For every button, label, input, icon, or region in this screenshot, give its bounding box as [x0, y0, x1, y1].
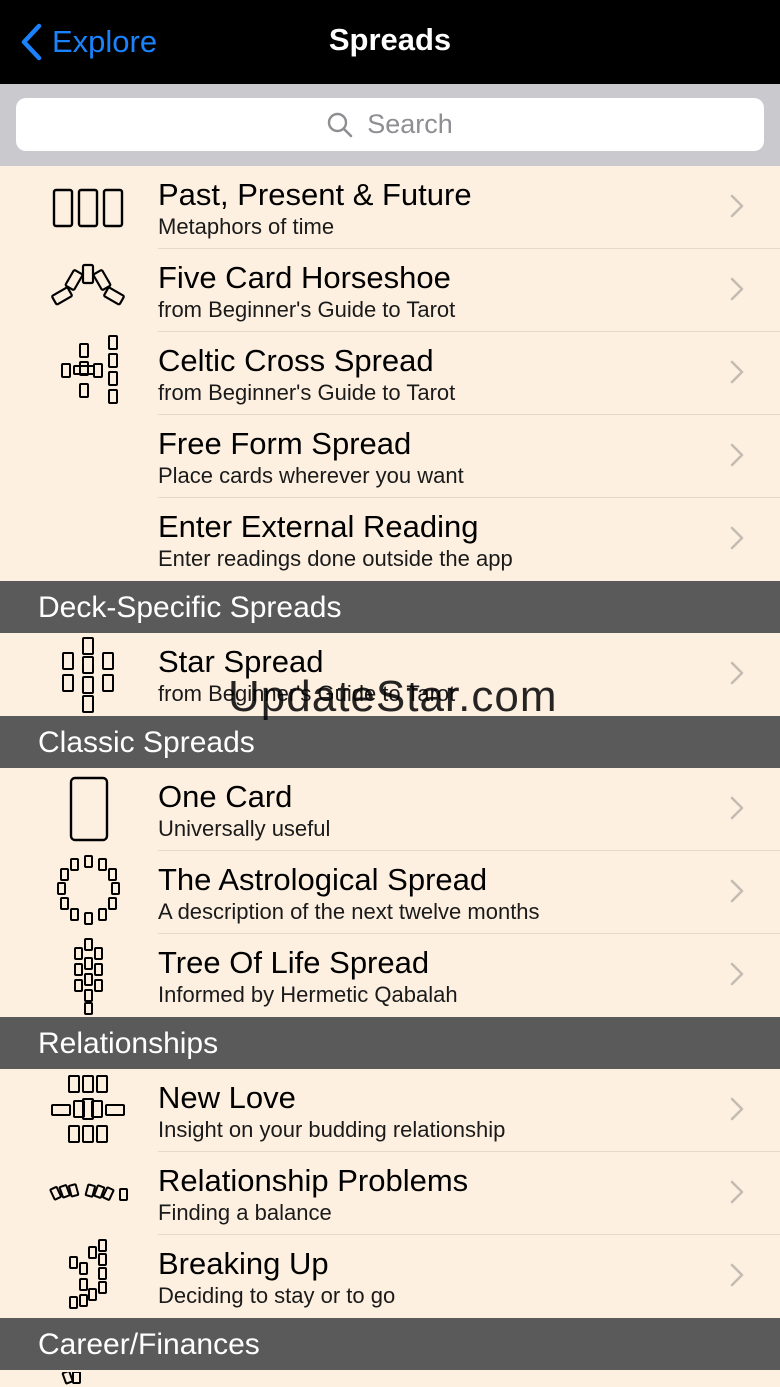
- row-subtitle: from Beginner's Guide to Tarot: [158, 380, 456, 405]
- astrological-icon: [57, 855, 120, 925]
- row-title: Celtic Cross Spread: [158, 343, 434, 378]
- search-placeholder: Search: [367, 109, 453, 139]
- row-title: The Astrological Spread: [158, 862, 488, 897]
- list-item[interactable]: Star Spread from Beginner's Guide to Tar…: [0, 633, 780, 716]
- row-title: Tree Of Life Spread: [158, 945, 430, 980]
- row-subtitle: Deciding to stay or to go: [158, 1283, 396, 1308]
- chevron-right-icon: [730, 1097, 744, 1121]
- chevron-right-icon: [730, 962, 744, 986]
- row-subtitle: from Beginner's Guide to Tarot: [158, 681, 456, 706]
- breaking-up-icon: [69, 1239, 107, 1309]
- row-title: Five Card Horseshoe: [158, 260, 451, 295]
- chevron-right-icon: [730, 360, 744, 384]
- row-title: Relationship Problems: [158, 1163, 469, 1198]
- row-subtitle: Universally useful: [158, 816, 331, 841]
- list-item[interactable]: Relationship Problems Finding a balance: [0, 1152, 780, 1235]
- list-item[interactable]: Free Form Spread Place cards wherever yo…: [0, 415, 780, 498]
- list-item[interactable]: [0, 1370, 780, 1387]
- row-title: Breaking Up: [158, 1246, 329, 1281]
- section-header-deck-specific: Deck-Specific Spreads: [0, 581, 780, 633]
- chevron-right-icon: [730, 443, 744, 467]
- horseshoe-icon: [51, 263, 125, 306]
- row-title: Star Spread: [158, 644, 324, 679]
- chevron-right-icon: [730, 1180, 744, 1204]
- list-item[interactable]: Enter External Reading Enter readings do…: [0, 498, 780, 581]
- chevron-right-icon: [730, 796, 744, 820]
- career-spread-icon: [61, 1372, 81, 1385]
- three-card-icon: [52, 188, 124, 228]
- row-subtitle: Finding a balance: [158, 1200, 332, 1225]
- row-subtitle: Metaphors of time: [158, 214, 335, 239]
- star-spread-icon: [62, 637, 114, 713]
- chevron-right-icon: [730, 661, 744, 685]
- row-title: Free Form Spread: [158, 426, 412, 461]
- chevron-right-icon: [730, 194, 744, 218]
- section-header-career-finances: Career/Finances: [0, 1318, 780, 1370]
- celtic-cross-icon: [61, 335, 118, 404]
- new-love-icon: [51, 1075, 125, 1143]
- row-subtitle: Informed by Hermetic Qabalah: [158, 982, 458, 1007]
- row-subtitle: Insight on your budding relationship: [158, 1117, 506, 1142]
- page-title: Spreads: [328, 22, 452, 57]
- row-title: Past, Present & Future: [158, 177, 472, 212]
- chevron-right-icon: [730, 526, 744, 550]
- list-item[interactable]: Past, Present & Future Metaphors of time: [0, 166, 780, 249]
- row-title: Enter External Reading: [158, 509, 479, 544]
- tree-of-life-icon: [74, 938, 103, 1015]
- list-item[interactable]: Tree Of Life Spread Informed by Hermetic…: [0, 934, 780, 1017]
- list-item[interactable]: Celtic Cross Spread from Beginner's Guid…: [0, 332, 780, 415]
- row-subtitle: Place cards wherever you want: [158, 463, 464, 488]
- spreads-list: Past, Present & Future Metaphors of time…: [0, 166, 780, 1387]
- list-item[interactable]: New Love Insight on your budding relatio…: [0, 1069, 780, 1152]
- chevron-right-icon: [730, 277, 744, 301]
- chevron-right-icon: [730, 1263, 744, 1287]
- list-item[interactable]: One Card Universally useful: [0, 768, 780, 851]
- row-subtitle: A description of the next twelve months: [158, 899, 540, 924]
- navigation-bar: Explore Spreads: [0, 0, 780, 84]
- list-item[interactable]: Breaking Up Deciding to stay or to go: [0, 1235, 780, 1318]
- row-title: New Love: [158, 1080, 296, 1115]
- relationship-problems-icon: [49, 1183, 128, 1201]
- section-header-classic: Classic Spreads: [0, 716, 780, 768]
- section-header-relationships: Relationships: [0, 1017, 780, 1069]
- row-subtitle: from Beginner's Guide to Tarot: [158, 297, 456, 322]
- search-icon: [328, 112, 353, 137]
- row-subtitle: Enter readings done outside the app: [158, 546, 513, 571]
- one-card-icon: [69, 776, 109, 842]
- list-item[interactable]: Five Card Horseshoe from Beginner's Guid…: [0, 249, 780, 332]
- row-title: One Card: [158, 779, 293, 814]
- search-bar: Search: [0, 84, 780, 166]
- list-item[interactable]: The Astrological Spread A description of…: [0, 851, 780, 934]
- search-input[interactable]: Search: [16, 98, 764, 151]
- chevron-right-icon: [730, 879, 744, 903]
